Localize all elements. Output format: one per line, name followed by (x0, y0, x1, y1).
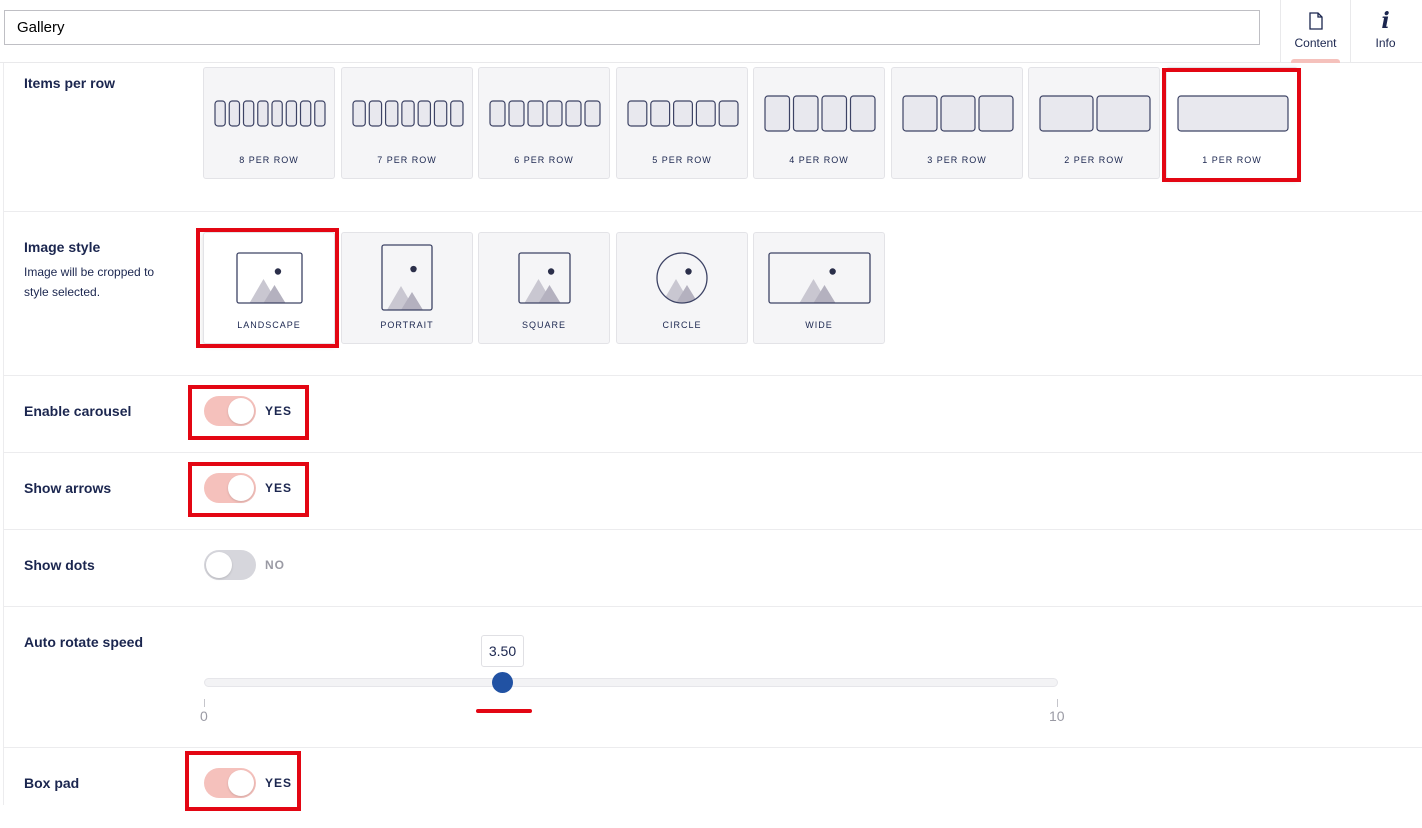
items-per-row-option-label: 4 PER ROW (789, 155, 849, 165)
box-pad-label: Box pad (24, 775, 80, 791)
slider-tick-max (1057, 699, 1058, 707)
items-per-row-option[interactable]: 2 PER ROW (1028, 67, 1160, 179)
row-show-dots: Show dots NO (4, 530, 1422, 607)
enable-carousel-toggle[interactable] (204, 396, 256, 426)
highlight-underline (476, 709, 532, 713)
tab-content-label: Content (1294, 36, 1337, 50)
items-per-row-option[interactable]: 6 PER ROW (478, 67, 610, 179)
editor-header: Content i Info (0, 0, 1422, 63)
items-per-row-option[interactable]: 3 PER ROW (891, 67, 1023, 179)
enable-carousel-label: Enable carousel (24, 403, 132, 419)
image-style-description: Image will be cropped to style selected. (24, 265, 155, 299)
speed-slider-value: 3.50 (481, 635, 524, 667)
info-icon: i (1381, 8, 1390, 34)
image-style-option-label: WIDE (805, 320, 833, 330)
image-style-label: Image style (24, 239, 101, 255)
toggle-knob (228, 770, 254, 796)
show-dots-state: NO (265, 558, 285, 572)
enable-carousel-state: YES (265, 404, 293, 418)
image-style-option-wide[interactable]: WIDE (753, 232, 885, 344)
auto-rotate-speed-label: Auto rotate speed (24, 634, 144, 650)
speed-slider-handle[interactable] (492, 672, 514, 693)
box-pad-toggle[interactable] (204, 768, 256, 798)
items-per-row-option[interactable]: 4 PER ROW (753, 67, 885, 179)
image-style-option-square[interactable]: SQUARE (478, 232, 610, 344)
items-per-row-option-label: 2 PER ROW (1064, 155, 1124, 165)
row-box-pad: Box pad YES (4, 748, 1422, 828)
slider-max-label: 10 (1049, 708, 1065, 724)
show-dots-label: Show dots (24, 557, 95, 573)
items-per-row-option[interactable]: 7 PER ROW (341, 67, 473, 179)
speed-slider-track[interactable] (204, 678, 1058, 687)
image-style-option-label: LANDSCAPE (237, 320, 301, 330)
items-per-row-option-label: 5 PER ROW (652, 155, 712, 165)
editor-apps: Content i Info (1280, 0, 1420, 63)
row-enable-carousel: Enable carousel YES (4, 376, 1422, 453)
row-show-arrows: Show arrows YES (4, 453, 1422, 530)
tab-content[interactable]: Content (1280, 0, 1350, 63)
show-dots-toggle[interactable] (204, 550, 256, 580)
show-arrows-label: Show arrows (24, 480, 112, 496)
image-style-option-landscape[interactable]: LANDSCAPE (203, 232, 335, 344)
items-per-row-label: Items per row (24, 75, 116, 91)
show-arrows-toggle[interactable] (204, 473, 256, 503)
image-style-option-label: PORTRAIT (380, 320, 434, 330)
items-per-row-option[interactable]: 1 PER ROW (1166, 67, 1298, 179)
items-per-row-option-label: 6 PER ROW (514, 155, 574, 165)
image-style-option-label: CIRCLE (662, 320, 702, 330)
tab-info-label: Info (1375, 36, 1396, 50)
name-input[interactable] (4, 10, 1260, 45)
items-per-row-option-label: 1 PER ROW (1202, 155, 1262, 165)
items-per-row-option-label: 3 PER ROW (927, 155, 987, 165)
box-pad-state: YES (265, 776, 293, 790)
show-arrows-state: YES (265, 481, 293, 495)
tab-info[interactable]: i Info (1350, 0, 1420, 63)
items-per-row-option[interactable]: 8 PER ROW (203, 67, 335, 179)
document-icon (1308, 10, 1323, 32)
toggle-knob (228, 398, 254, 424)
items-per-row-option-label: 7 PER ROW (377, 155, 437, 165)
image-style-option-circle[interactable]: CIRCLE (616, 232, 748, 344)
slider-tick-min (204, 699, 205, 707)
items-per-row-option[interactable]: 5 PER ROW (616, 67, 748, 179)
slider-min-label: 0 (200, 708, 208, 724)
image-style-option-portrait[interactable]: PORTRAIT (341, 232, 473, 344)
toggle-knob (228, 475, 254, 501)
toggle-knob (206, 552, 232, 578)
image-style-option-label: SQUARE (521, 320, 566, 330)
items-per-row-option-label: 8 PER ROW (239, 155, 299, 165)
